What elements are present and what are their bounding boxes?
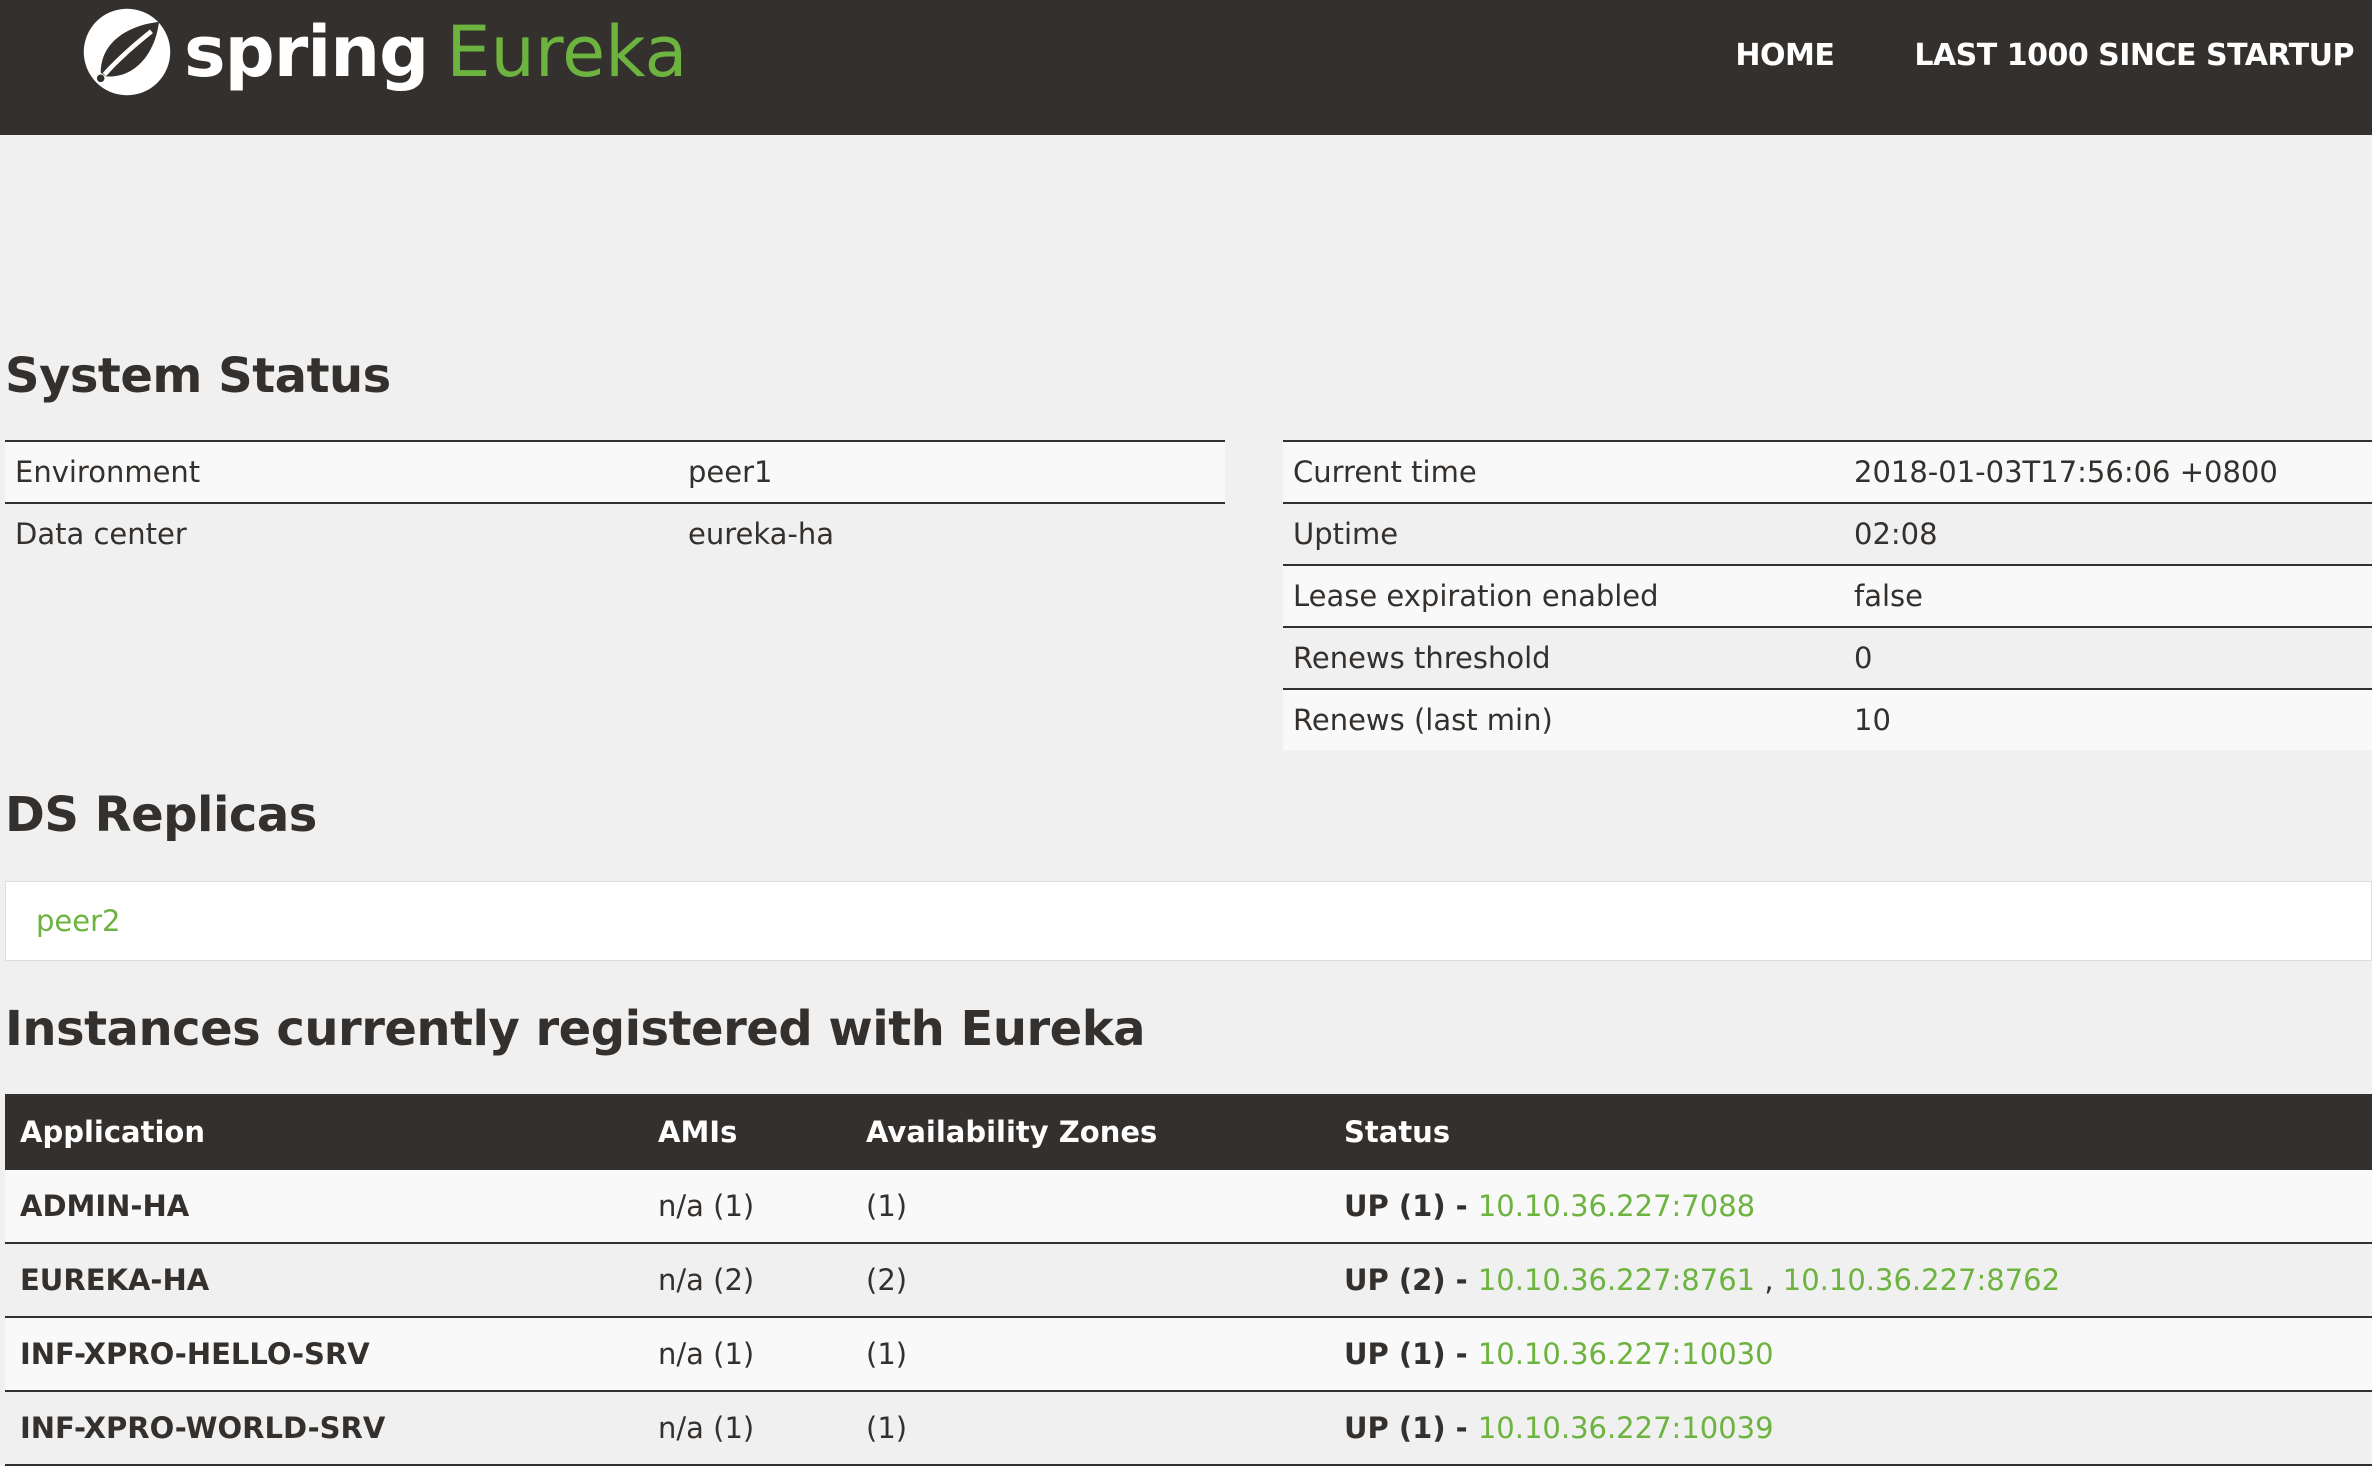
brand-spring-text: spring [184,11,429,93]
status-value: 10 [1844,688,2372,750]
zones-cell: (1) [851,1170,1329,1244]
app-name: ADMIN-HA [5,1170,643,1244]
system-status-right-table: Current time 2018-01-03T17:56:06 +0800 U… [1283,440,2372,750]
status-row: Renews (last min) 10 [1283,688,2372,750]
status-text: UP (2) - [1344,1263,1478,1297]
column-header-application: Application [5,1094,643,1170]
zones-cell: (1) [851,1391,1329,1466]
zones-cell: (2) [851,1243,1329,1318]
instance-link[interactable]: 10.10.36.227:10039 [1478,1411,1774,1445]
system-status-heading: System Status [5,348,391,404]
ds-replicas-heading: DS Replicas [5,787,317,843]
status-row: Data center eureka-ha [5,502,1225,566]
nav-links: HOME LAST 1000 SINCE STARTUP [1655,38,2354,73]
status-value: 2018-01-03T17:56:06 +0800 [1844,440,2372,503]
zones-cell: (1) [851,1317,1329,1392]
status-key: Uptime [1283,502,1844,565]
status-value: eureka-ha [678,502,1225,566]
nav-home-link[interactable]: HOME [1735,38,1834,73]
instance-link[interactable]: 10.10.36.227:8761 [1478,1263,1755,1297]
navbar: spring Eureka HOME LAST 1000 SINCE START… [0,0,2372,135]
table-row: EUREKA-HA n/a (2) (2) UP (2) - 10.10.36.… [5,1243,2372,1318]
status-key: Lease expiration enabled [1283,564,1844,627]
status-key: Data center [5,502,678,566]
status-text: UP (1) - [1344,1189,1478,1223]
column-header-amis: AMIs [643,1094,851,1170]
app-name: EUREKA-HA [5,1243,643,1318]
status-key: Renews (last min) [1283,688,1844,750]
brand-eureka-text: Eureka [446,11,688,93]
status-cell: UP (1) - 10.10.36.227:10039 [1329,1391,2372,1466]
system-status-left-table: Environment peer1 Data center eureka-ha [5,440,1225,566]
instances-heading: Instances currently registered with Eure… [5,1001,1146,1057]
amis-cell: n/a (1) [643,1317,851,1392]
column-header-status: Status [1329,1094,2372,1170]
instance-link[interactable]: 10.10.36.227:7088 [1478,1189,1755,1223]
amis-cell: n/a (1) [643,1170,851,1244]
status-cell: UP (1) - 10.10.36.227:7088 [1329,1170,2372,1244]
column-header-zones: Availability Zones [851,1094,1329,1170]
status-key: Renews threshold [1283,626,1844,689]
status-row: Renews threshold 0 [1283,626,2372,689]
status-row: Environment peer1 [5,440,1225,504]
amis-cell: n/a (2) [643,1243,851,1318]
app-name: INF-XPRO-HELLO-SRV [5,1317,643,1392]
status-row: Lease expiration enabled false [1283,564,2372,627]
table-row: INF-XPRO-HELLO-SRV n/a (1) (1) UP (1) - … [5,1317,2372,1392]
nav-last1000-link[interactable]: LAST 1000 SINCE STARTUP [1914,38,2354,73]
status-row: Uptime 02:08 [1283,502,2372,565]
table-row: INF-XPRO-WORLD-SRV n/a (1) (1) UP (1) - … [5,1391,2372,1466]
link-separator: , [1755,1263,1783,1297]
instance-link[interactable]: 10.10.36.227:8762 [1783,1263,2060,1297]
instances-header-row: Application AMIs Availability Zones Stat… [5,1094,2372,1170]
status-text: UP (1) - [1344,1337,1478,1371]
status-value: 02:08 [1844,502,2372,565]
status-value: peer1 [678,440,1225,504]
replica-link-peer2[interactable]: peer2 [36,904,120,938]
replica-list: peer2 [5,881,2372,961]
status-cell: UP (2) - 10.10.36.227:8761 , 10.10.36.22… [1329,1243,2372,1318]
status-key: Environment [5,440,678,504]
instances-table: Application AMIs Availability Zones Stat… [5,1094,2372,1466]
table-row: ADMIN-HA n/a (1) (1) UP (1) - 10.10.36.2… [5,1170,2372,1244]
amis-cell: n/a (1) [643,1391,851,1466]
status-value: 0 [1844,626,2372,689]
spring-leaf-icon [83,8,171,96]
status-text: UP (1) - [1344,1411,1478,1445]
status-value: false [1844,564,2372,627]
instance-link[interactable]: 10.10.36.227:10030 [1478,1337,1774,1371]
status-row: Current time 2018-01-03T17:56:06 +0800 [1283,440,2372,503]
status-key: Current time [1283,440,1844,503]
status-cell: UP (1) - 10.10.36.227:10030 [1329,1317,2372,1392]
app-name: INF-XPRO-WORLD-SRV [5,1391,643,1466]
brand-logo[interactable]: spring Eureka [80,3,687,101]
